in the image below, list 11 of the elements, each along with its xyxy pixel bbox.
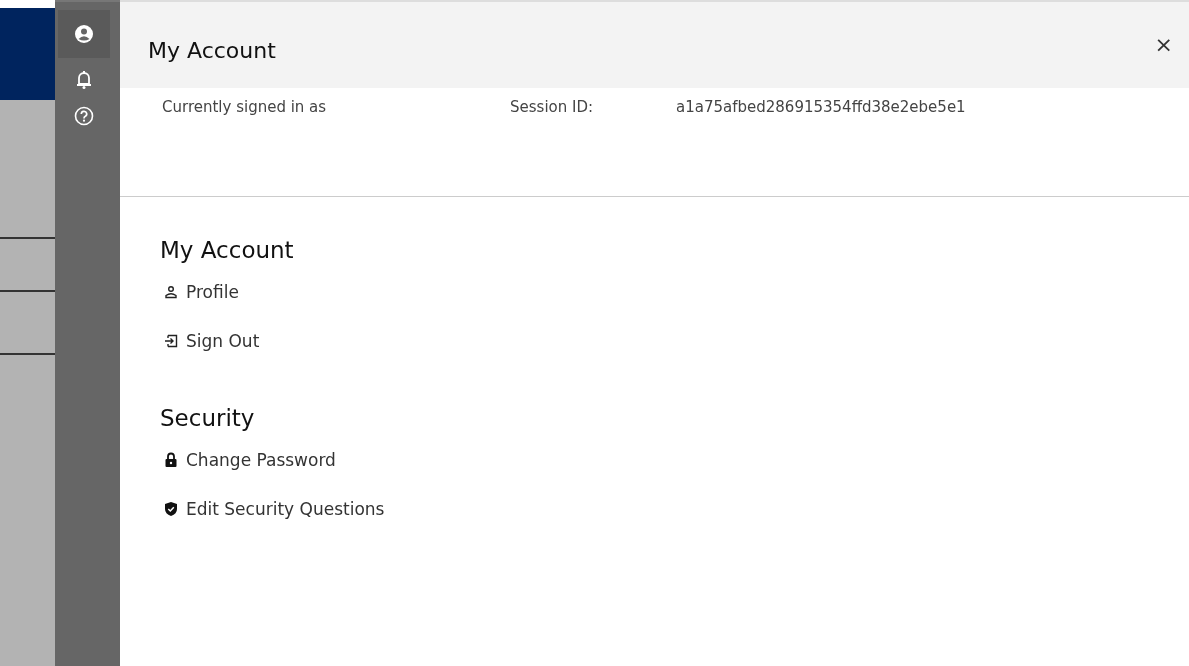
menu-link[interactable]: Profile (164, 277, 239, 307)
close-button[interactable]: × (1154, 32, 1173, 57)
section-heading: Security (160, 405, 256, 431)
session-id: a1a75afbed286915354ffd38e2ebe5e1 (676, 98, 966, 118)
panel-title: My Account (148, 38, 276, 63)
menu-link[interactable]: Edit Security Questions (164, 494, 385, 524)
section-heading: My Account (160, 237, 295, 263)
menu-link[interactable]: Sign Out (164, 326, 260, 356)
session-label: Session ID: (510, 98, 595, 118)
signed-in-label: Currently signed in as (162, 98, 328, 118)
menu-link[interactable]: Change Password (164, 445, 336, 475)
